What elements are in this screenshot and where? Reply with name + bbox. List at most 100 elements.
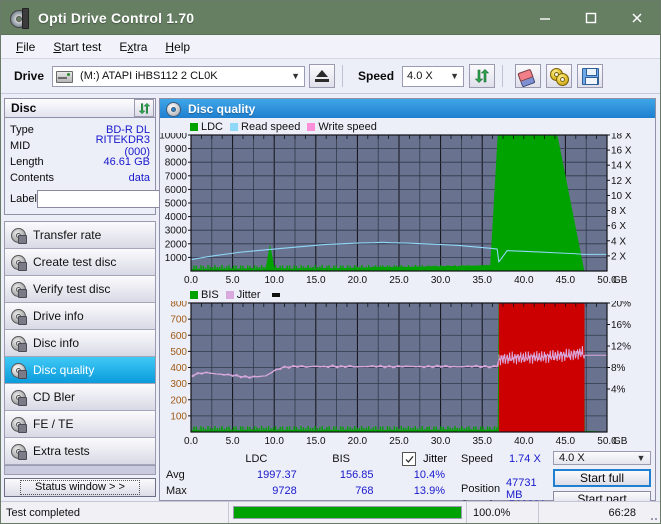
svg-text:700: 700 <box>170 315 187 326</box>
disc-row-contents: Contents data <box>10 170 150 186</box>
avg-ldc-value: 1997.37 <box>210 467 303 483</box>
column-header-ldc: LDC <box>210 451 303 467</box>
menu-file[interactable]: File <box>7 37 44 57</box>
legend-label-bis: BIS <box>201 289 219 301</box>
close-button[interactable] <box>614 1 660 34</box>
svg-text:20%: 20% <box>611 301 631 310</box>
sidebar-item-label: Extra tests <box>33 444 90 458</box>
svg-text:16 X: 16 X <box>611 146 632 157</box>
menu-help[interactable]: Help <box>156 37 199 57</box>
column-header-jitter-cell: Jitter <box>380 451 459 467</box>
svg-text:12 X: 12 X <box>611 176 632 187</box>
svg-text:45.0: 45.0 <box>556 436 576 447</box>
toolbar-separator-1 <box>342 65 343 87</box>
app-disc-icon <box>10 8 30 28</box>
menu-extra[interactable]: Extra <box>110 37 156 57</box>
sidebar-item-fe-te[interactable]: FE / TE <box>5 411 155 438</box>
top-chart-block: LDC Read speed Write speed 1000090 <box>160 120 655 288</box>
disc-icon <box>11 390 26 405</box>
svg-text:10.0: 10.0 <box>264 275 284 286</box>
svg-text:35.0: 35.0 <box>472 275 492 286</box>
drive-icon <box>56 69 72 83</box>
svg-text:40.0: 40.0 <box>514 275 534 286</box>
status-window-button[interactable]: Status window > > <box>4 478 156 497</box>
floppy-save-icon <box>582 68 599 85</box>
sidebar-item-verify-test-disc[interactable]: Verify test disc <box>5 276 155 303</box>
save-button[interactable] <box>577 64 603 88</box>
svg-text:30.0: 30.0 <box>431 275 451 286</box>
sidebar-item-transfer-rate[interactable]: Transfer rate <box>5 222 155 249</box>
svg-text:5.0: 5.0 <box>226 436 240 447</box>
svg-text:8 X: 8 X <box>611 206 626 217</box>
maximize-button[interactable] <box>568 1 614 34</box>
app-window: Opti Drive Control 1.70 File Start test … <box>0 0 661 524</box>
results-table-wrap: LDC BIS Jitter <box>160 451 459 500</box>
sidebar-item-create-test-disc[interactable]: Create test disc <box>5 249 155 276</box>
speed-select[interactable]: 4.0 X ▼ <box>402 66 464 87</box>
left-sidebar: Disc Type BD-R DL MID RITEKDR3 (000) <box>1 94 159 501</box>
row-label-avg: Avg <box>166 467 210 483</box>
legend-swatch-bis <box>190 291 198 299</box>
svg-text:12%: 12% <box>611 342 631 353</box>
sidebar-item-label: Disc info <box>33 336 79 350</box>
disc-refresh-button[interactable] <box>134 99 154 117</box>
bottom-chart-plot: 80070060050040030020010020%16%12%8%4%0.0… <box>160 301 654 449</box>
disc-contents-value: data <box>70 172 150 184</box>
svg-text:9000: 9000 <box>165 144 188 155</box>
jitter-checkbox[interactable] <box>402 452 416 466</box>
disc-panel-title: Disc <box>5 101 134 115</box>
svg-text:20.0: 20.0 <box>348 275 368 286</box>
eraser-icon <box>517 67 538 85</box>
disc-row-length: Length 46.61 GB <box>10 154 150 170</box>
resize-grip[interactable] <box>644 502 660 523</box>
window-title: Opti Drive Control 1.70 <box>38 10 194 26</box>
status-window-button-label: Status window > > <box>20 480 140 495</box>
svg-text:6000: 6000 <box>165 185 188 196</box>
refresh-icon <box>474 68 490 84</box>
results-corner <box>166 451 210 467</box>
svg-text:8%: 8% <box>611 363 626 374</box>
legend-item-write-speed: Write speed <box>307 121 377 133</box>
refresh-button[interactable] <box>469 64 495 88</box>
svg-text:5.0: 5.0 <box>226 275 240 286</box>
max-jitter-value: 13.9% <box>380 483 459 499</box>
svg-text:5000: 5000 <box>165 199 188 210</box>
table-header-row: LDC BIS Jitter <box>166 451 459 467</box>
sidebar-item-label: Verify test disc <box>33 282 110 296</box>
toolbar-separator-2 <box>502 65 503 87</box>
legend-swatch-read-speed <box>230 123 238 131</box>
sidebar-item-drive-info[interactable]: Drive info <box>5 303 155 330</box>
bottom-chart-block: BIS Jitter 80070060050040030020010020%16… <box>160 288 655 449</box>
start-full-button[interactable]: Start full <box>553 469 651 487</box>
disc-type-label: Type <box>10 124 70 136</box>
sidebar-item-cd-bler[interactable]: CD Bler <box>5 384 155 411</box>
gold-discs-icon <box>550 68 568 84</box>
erase-button[interactable] <box>515 64 541 88</box>
charts-container: LDC Read speed Write speed 1000090 <box>160 118 655 449</box>
drive-select[interactable]: (M:) ATAPI iHBS112 2 CL0K ▼ <box>52 66 305 87</box>
menu-start-test[interactable]: Start test <box>44 37 110 57</box>
svg-text:300: 300 <box>170 379 187 390</box>
sidebar-item-disc-quality[interactable]: Disc quality <box>5 357 155 384</box>
svg-text:15.0: 15.0 <box>306 275 326 286</box>
discs-button[interactable] <box>546 64 572 88</box>
svg-text:800: 800 <box>170 301 187 310</box>
sidebar-item-disc-info[interactable]: Disc info <box>5 330 155 357</box>
legend-item-ldc: LDC <box>190 121 223 133</box>
eject-button[interactable] <box>309 64 335 88</box>
drive-label: Drive <box>14 69 44 83</box>
legend-item-bis: BIS <box>190 289 219 301</box>
navigation-list: Transfer rate Create test disc Verify te… <box>4 221 156 466</box>
test-speed-select[interactable]: 4.0 X ▼ <box>553 451 651 465</box>
sidebar-item-extra-tests[interactable]: Extra tests <box>5 438 155 465</box>
avg-bis-value: 156.85 <box>303 467 380 483</box>
sidebar-item-label: Drive info <box>33 309 84 323</box>
progress-bar-fill <box>234 507 461 518</box>
legend-swatch-jitter <box>226 291 234 299</box>
minimize-button[interactable] <box>522 1 568 34</box>
svg-text:2 X: 2 X <box>611 251 626 262</box>
column-header-jitter: Jitter <box>423 453 447 465</box>
svg-text:7000: 7000 <box>165 171 188 182</box>
disc-icon <box>11 336 26 351</box>
readout-speed: Speed 1.74 X <box>461 451 553 467</box>
